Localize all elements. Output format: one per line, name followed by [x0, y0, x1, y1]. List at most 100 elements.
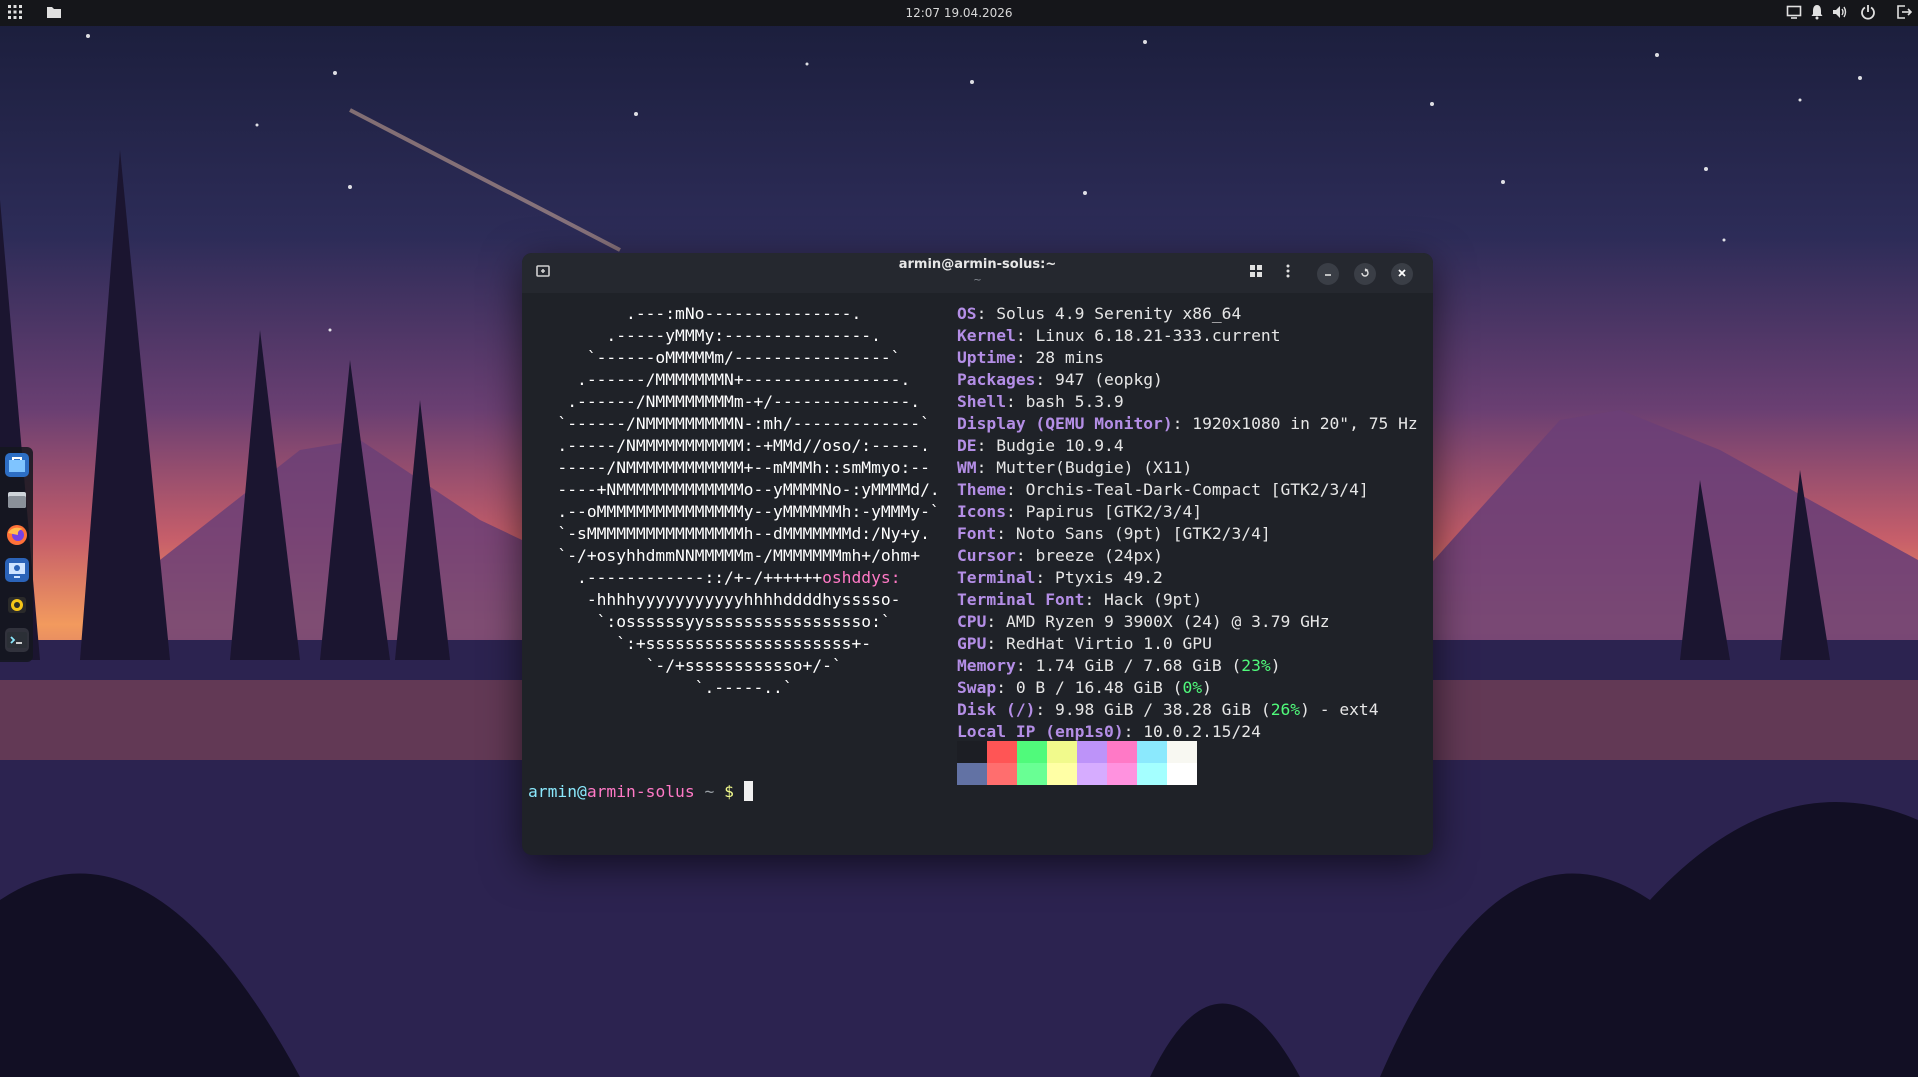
info-row: OS: Solus 4.9 Serenity x86_64	[957, 303, 1418, 325]
terminal-output[interactable]: .---:mNo---------------. .-----yMMMy:---…	[522, 293, 1433, 855]
info-key: Display (QEMU Monitor)	[957, 414, 1173, 433]
info-value: 28 mins	[1035, 348, 1105, 367]
window-titlebar[interactable]: armin@armin-solus:~ ~	[522, 253, 1433, 293]
color-swatch	[1017, 741, 1047, 763]
firefox-icon[interactable]	[5, 523, 29, 547]
prompt-dir: ~	[694, 782, 725, 801]
info-value: 1920x1080 in 20", 75 Hz	[1192, 414, 1418, 433]
info-value: breeze (24px)	[1035, 546, 1163, 565]
minimize-icon[interactable]	[1317, 263, 1339, 285]
info-row: GPU: RedHat Virtio 1.0 GPU	[957, 633, 1418, 655]
ascii-line: .---:mNo---------------.	[528, 303, 940, 325]
menu-icon[interactable]	[1277, 263, 1299, 285]
info-value: Budgie 10.9.4	[996, 436, 1124, 455]
info-value: Papirus [GTK2/3/4]	[1025, 502, 1203, 521]
ascii-line: -----/NMMMMMMMMMMMM+--mMMMh::smMmyo:--	[528, 457, 940, 479]
info-key: WM	[957, 458, 977, 477]
info-separator: :	[1006, 502, 1026, 521]
info-value: 1.74 GiB / 7.68 GiB (	[1035, 656, 1242, 675]
info-row: Font: Noto Sans (9pt) [GTK2/3/4]	[957, 523, 1418, 545]
info-key: Swap	[957, 678, 997, 697]
color-swatch	[1167, 763, 1197, 785]
power-icon[interactable]	[1860, 4, 1878, 22]
dock	[0, 447, 33, 662]
terminal-icon[interactable]	[5, 628, 29, 652]
info-key: Cursor	[957, 546, 1016, 565]
ascii-line-text: .------------::/+-/++++++	[528, 568, 823, 587]
ascii-line: `-/+osyhhdmmNNMMMMMm-/MMMMMMMmh+/ohm+	[528, 545, 940, 567]
ascii-line: `-/+ssssssssssso+/-`	[528, 655, 940, 677]
color-palette	[957, 741, 1197, 785]
info-key: Memory	[957, 656, 1016, 675]
info-tail: ) - ext4	[1300, 700, 1379, 719]
color-swatch	[1077, 741, 1107, 763]
info-percent: 0%	[1182, 678, 1203, 697]
tab-overview-icon[interactable]	[1245, 263, 1267, 285]
ascii-line-text: .--oMMMMMMMMMMMMMMMy--yMMMMMMh:-yMMMy-`	[528, 502, 940, 521]
color-swatch	[1077, 763, 1107, 785]
info-row: Swap: 0 B / 16.48 GiB (0%)	[957, 677, 1418, 699]
info-row: Kernel: Linux 6.18.21-333.current	[957, 325, 1418, 347]
ascii-line-text: .---:mNo---------------.	[528, 304, 862, 323]
system-settings-icon[interactable]	[5, 558, 29, 582]
panel-clock[interactable]: 12:07 19.04.2026	[0, 6, 1918, 20]
info-separator: :	[1015, 348, 1036, 367]
info-separator: :	[986, 634, 1007, 653]
ascii-line: .------/NMMMMMMMMm-+/--------------.	[528, 391, 940, 413]
info-row: CPU: AMD Ryzen 9 3900X (24) @ 3.79 GHz	[957, 611, 1418, 633]
ascii-line-text: `------oMMMMMm/----------------`	[528, 348, 901, 367]
info-value: AMD Ryzen 9 3900X (24) @ 3.79 GHz	[1006, 612, 1330, 631]
info-key: Theme	[957, 480, 1007, 499]
info-row: Uptime: 28 mins	[957, 347, 1418, 369]
info-row: Packages: 947 (eopkg)	[957, 369, 1418, 391]
info-key: CPU	[957, 612, 987, 631]
logout-icon[interactable]	[1896, 4, 1914, 22]
ascii-line: -hhhhyyyyyyyyyyyhhhhddddhysssso-	[528, 589, 940, 611]
terminal-window[interactable]: armin@armin-solus:~ ~ .---:mNo----------…	[522, 253, 1433, 855]
ascii-line-text: `-/+osyhhdmmNNMMMMMm-/MMMMMMMmh+/ohm+	[528, 546, 921, 565]
info-row: DE: Budgie 10.9.4	[957, 435, 1418, 457]
info-row: Terminal: Ptyxis 49.2	[957, 567, 1418, 589]
info-key: Local IP (enp1s0)	[957, 722, 1124, 741]
top-panel: 12:07 19.04.2026	[0, 0, 1918, 26]
info-row: Display (QEMU Monitor): 1920x1080 in 20"…	[957, 413, 1418, 435]
info-separator: :	[1006, 480, 1026, 499]
info-row: Icons: Papirus [GTK2/3/4]	[957, 501, 1418, 523]
maximize-icon[interactable]	[1354, 263, 1376, 285]
prompt-user: armin	[528, 782, 578, 801]
info-separator: :	[986, 612, 1007, 631]
info-separator: :	[1035, 568, 1056, 587]
info-row: Disk (/): 9.98 GiB / 38.28 GiB (26%) - e…	[957, 699, 1418, 721]
info-key: OS	[957, 304, 977, 323]
info-percent: 26%	[1270, 700, 1301, 719]
ascii-line-text: .-----/NMMMMMMMMMMM:-+MMd//oso/:-----.	[528, 436, 930, 455]
ascii-line-text: -hhhhyyyyyyyyyyyhhhhddddhysssso-	[528, 590, 901, 609]
info-key: Font	[957, 524, 997, 543]
color-swatch	[957, 741, 987, 763]
info-value: 10.0.2.15/24	[1143, 722, 1261, 741]
ascii-line: .------/MMMMMMMN+----------------.	[528, 369, 940, 391]
info-separator: :	[996, 678, 1016, 697]
ascii-line: ----+NMMMMMMMMMMMMMo--yMMMMNo-:yMMMMd/.	[528, 479, 939, 501]
info-value: RedHat Virtio 1.0 GPU	[1006, 634, 1212, 653]
prompt-at: @	[577, 782, 587, 801]
info-row: Theme: Orchis-Teal-Dark-Compact [GTK2/3/…	[957, 479, 1418, 501]
files-icon[interactable]	[5, 488, 29, 512]
prompt-sign: $	[724, 782, 744, 801]
text-cursor	[743, 781, 753, 801]
bell-icon[interactable]	[1809, 4, 1827, 22]
ascii-line: .-----yMMMy:---------------.	[528, 325, 940, 347]
info-row: Shell: bash 5.3.9	[957, 391, 1418, 413]
volume-icon[interactable]	[1832, 4, 1850, 22]
screen-icon[interactable]	[1786, 4, 1804, 22]
info-separator: :	[1006, 392, 1026, 411]
shell-prompt[interactable]: armin@armin-solus ~ $	[528, 781, 753, 803]
software-center-icon[interactable]	[5, 453, 29, 477]
ascii-line-accent: oshddys:	[822, 568, 901, 587]
info-key: Uptime	[957, 348, 1016, 367]
info-key: Kernel	[957, 326, 1016, 345]
close-icon[interactable]	[1391, 263, 1413, 285]
info-tail: )	[1202, 678, 1212, 697]
camera-icon[interactable]	[5, 593, 29, 617]
info-row: Memory: 1.74 GiB / 7.68 GiB (23%)	[957, 655, 1418, 677]
